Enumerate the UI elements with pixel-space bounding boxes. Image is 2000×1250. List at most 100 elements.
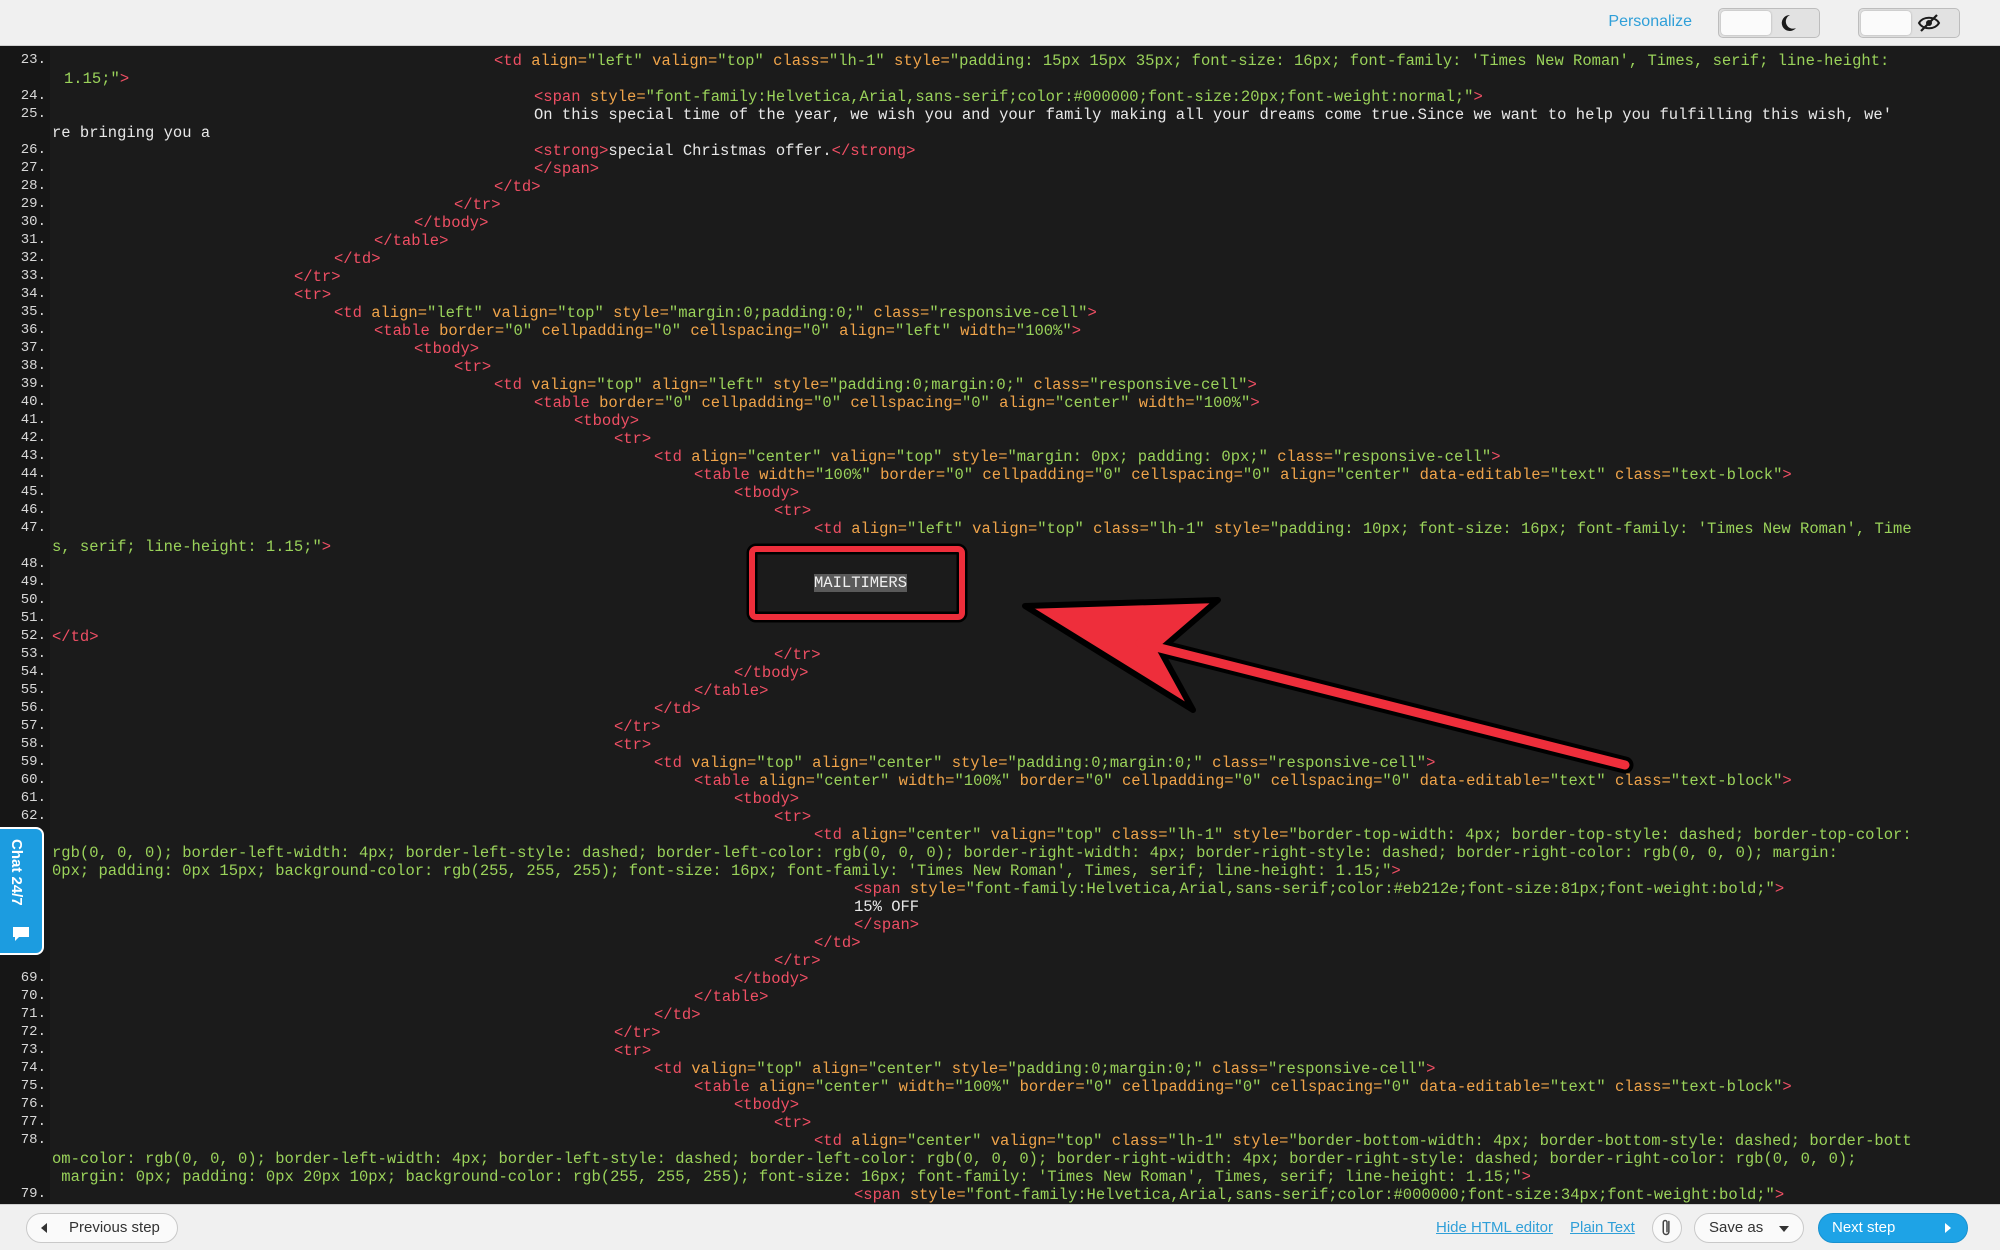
code-line[interactable]: </table> <box>374 232 448 250</box>
code-line[interactable]: <td align="left" valign="top" style="mar… <box>334 304 1097 322</box>
line-number: 45. <box>20 484 46 500</box>
code-line[interactable]: om-color: rgb(0, 0, 0); border-left-widt… <box>52 1150 1857 1168</box>
code-line[interactable]: </table> <box>694 988 768 1006</box>
code-line[interactable]: </tbody> <box>414 214 488 232</box>
code-token: > <box>1247 376 1257 394</box>
code-line[interactable]: <tr> <box>614 1042 651 1060</box>
code-line[interactable]: </span> <box>534 160 599 178</box>
code-token: style= <box>951 1060 1008 1078</box>
code-line[interactable]: <table border="0" cellpadding="0" cellsp… <box>374 322 1081 340</box>
code-line[interactable]: <span style="font-family:Helvetica,Arial… <box>854 1186 1784 1204</box>
code-line[interactable]: </tr> <box>614 1024 661 1042</box>
code-line[interactable]: </td> <box>654 700 701 718</box>
code-token: </tr> <box>774 646 821 664</box>
code-line[interactable]: <span style="font-family:Helvetica,Arial… <box>854 880 1784 898</box>
code-line[interactable]: </tr> <box>774 952 821 970</box>
code-line[interactable]: <tr> <box>294 286 331 304</box>
code-line[interactable]: <span style="font-family:Helvetica,Arial… <box>534 88 1483 106</box>
code-token: "0" <box>1084 1078 1122 1096</box>
dark-mode-toggle[interactable] <box>1718 8 1820 38</box>
code-token: style= <box>951 754 1008 772</box>
code-line[interactable]: </tr> <box>454 196 501 214</box>
code-line[interactable]: </tbody> <box>734 970 808 988</box>
code-token: align= <box>371 304 428 322</box>
code-line[interactable]: </td> <box>814 934 861 952</box>
line-number: 35. <box>20 304 46 320</box>
code-line[interactable]: <td align="center" valign="top" class="l… <box>814 826 1912 844</box>
hide-html-editor-link[interactable]: Hide HTML editor <box>1436 1219 1553 1236</box>
code-line[interactable]: <tbody> <box>574 412 639 430</box>
code-line[interactable]: </td> <box>494 178 541 196</box>
code-line[interactable]: <tr> <box>774 808 811 826</box>
code-line[interactable]: </tbody> <box>734 664 808 682</box>
code-line[interactable]: re bringing you a <box>52 124 210 142</box>
code-line[interactable]: <strong>special Christmas offer.</strong… <box>534 142 915 160</box>
code-line[interactable]: 1.15;"> <box>64 70 129 88</box>
code-line[interactable]: <td align="center" valign="top" class="l… <box>814 1132 1912 1150</box>
code-token: valign= <box>691 1060 757 1078</box>
code-token: </td> <box>814 934 861 952</box>
code-line[interactable]: 0px; padding: 0px 15px; background-color… <box>52 862 1401 880</box>
code-token: > <box>1473 88 1483 106</box>
line-number: 53. <box>20 646 46 662</box>
save-as-dropdown[interactable]: Save as <box>1694 1213 1804 1243</box>
code-line[interactable]: </tr> <box>294 268 341 286</box>
code-line[interactable]: <tr> <box>614 736 651 754</box>
code-line[interactable]: <tbody> <box>734 790 799 808</box>
code-line[interactable]: <tr> <box>454 358 491 376</box>
code-line[interactable]: </tr> <box>614 718 661 736</box>
code-token: <table <box>374 322 440 340</box>
line-number: 79. <box>20 1186 46 1202</box>
code-line[interactable]: </tr> <box>774 646 821 664</box>
code-line[interactable]: margin: 0px; padding: 0px 20px 10px; bac… <box>52 1168 1531 1186</box>
code-line[interactable]: <table align="center" width="100%" borde… <box>694 1078 1792 1096</box>
code-token: 0px; padding: 0px 15px; background-color… <box>52 862 1392 880</box>
code-line[interactable]: </td> <box>334 250 381 268</box>
code-line[interactable]: 15% OFF <box>854 898 919 916</box>
line-number: 71. <box>20 1006 46 1022</box>
code-line[interactable]: <tbody> <box>414 340 479 358</box>
code-line[interactable]: <tr> <box>774 1114 811 1132</box>
code-token: class= <box>1614 1078 1671 1096</box>
line-number: 69. <box>20 970 46 986</box>
code-line[interactable]: rgb(0, 0, 0); border-left-width: 4px; bo… <box>52 844 1838 862</box>
html-code-editor[interactable]: 23. 24. 25. 26. 27. 28. 29. 30. 31. 32. 33. 34. 35. 3… <box>0 46 2000 1204</box>
code-line[interactable]: </table> <box>694 682 768 700</box>
plain-text-link[interactable]: Plain Text <box>1570 1219 1635 1236</box>
code-line[interactable]: <td valign="top" align="left" style="pad… <box>494 376 1257 394</box>
toggle-knob <box>1721 11 1771 35</box>
code-line[interactable]: On this special time of the year, we wis… <box>534 106 1892 124</box>
previous-step-button[interactable]: Previous step <box>26 1213 178 1243</box>
code-line[interactable]: <td align="center" valign="top" style="m… <box>654 448 1501 466</box>
code-line[interactable]: <tbody> <box>734 1096 799 1114</box>
code-line[interactable]: </td> <box>654 1006 701 1024</box>
code-line[interactable]: MAILTIMERS <box>814 574 908 592</box>
code-line[interactable]: <tr> <box>774 502 811 520</box>
code-line[interactable]: <tbody> <box>734 484 799 502</box>
code-line[interactable]: <td align="left" valign="top" class="lh-… <box>494 52 1889 70</box>
code-line[interactable]: <td valign="top" align="center" style="p… <box>654 1060 1435 1078</box>
code-line[interactable]: <tr> <box>614 430 651 448</box>
code-line[interactable]: </span> <box>854 916 919 934</box>
code-token: valign= <box>691 754 757 772</box>
code-line[interactable]: s, serif; line-height: 1.15;"> <box>52 538 331 556</box>
code-token: align= <box>812 754 868 772</box>
chat-tab[interactable]: Chat 24/7 <box>0 827 44 955</box>
personalize-link[interactable]: Personalize <box>1608 13 1692 31</box>
attachment-button[interactable] <box>1652 1213 1682 1243</box>
code-token: rgb(0, 0, 0); border-left-width: 4px; bo… <box>52 844 1838 862</box>
code-token: style= <box>1232 826 1289 844</box>
code-token: <tr> <box>614 430 652 448</box>
code-line[interactable]: <table width="100%" border="0" cellpaddi… <box>694 466 1792 484</box>
code-line[interactable]: <table border="0" cellpadding="0" cellsp… <box>534 394 1260 412</box>
next-step-button[interactable]: Next step <box>1818 1213 1968 1243</box>
code-line[interactable]: </td> <box>52 628 99 646</box>
code-line[interactable]: <td align="left" valign="top" class="lh-… <box>814 520 1912 538</box>
line-number: 29. <box>20 196 46 212</box>
code-line[interactable]: <td valign="top" align="center" style="p… <box>654 754 1435 772</box>
code-token: "top" <box>557 304 614 322</box>
code-token: > <box>1250 394 1260 412</box>
code-line[interactable]: <table align="center" width="100%" borde… <box>694 772 1792 790</box>
code-token: "center" <box>1335 466 1420 484</box>
preview-toggle[interactable] <box>1858 8 1960 38</box>
